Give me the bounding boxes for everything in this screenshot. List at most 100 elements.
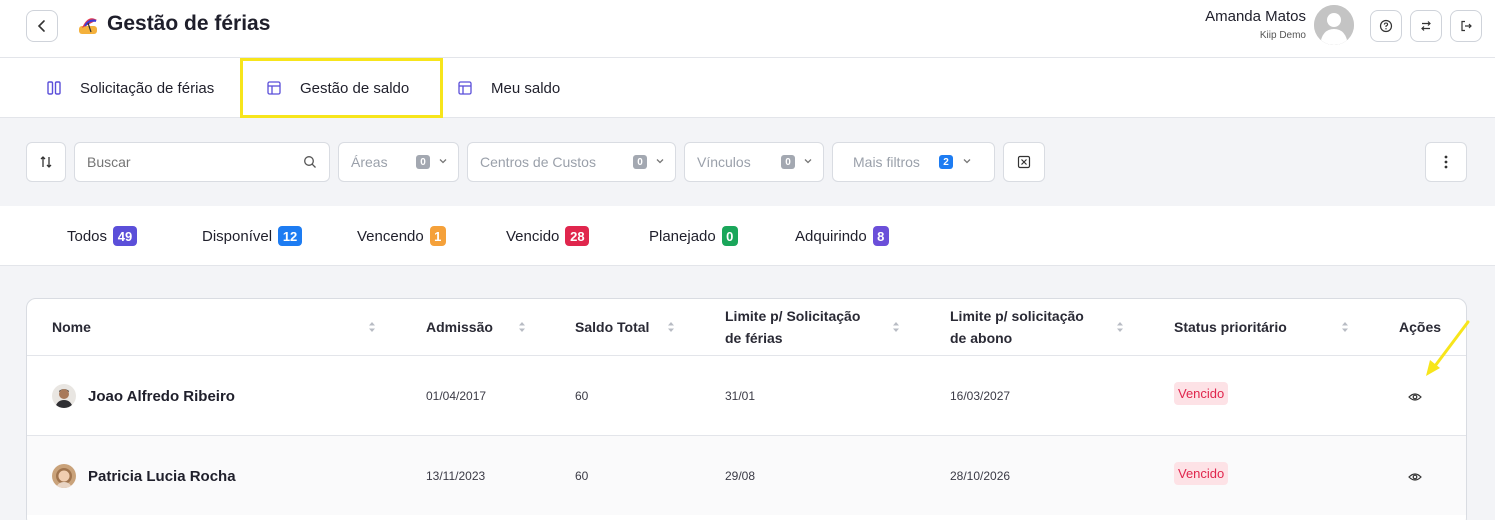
admissao-cell: 01/04/2017: [426, 389, 487, 403]
header-limite-ferias[interactable]: Limite p/ Solicitação de férias: [725, 299, 860, 355]
kebab-menu-icon: [1444, 155, 1448, 169]
header-saldo-total[interactable]: Saldo Total: [575, 299, 649, 355]
switch-icon: [1421, 21, 1431, 31]
status-cell: Vencido: [1174, 436, 1229, 516]
table-icon: [458, 81, 472, 95]
status-tab-planejado[interactable]: Planejado 0: [649, 226, 738, 246]
status-tab-vencido[interactable]: Vencido 28: [506, 226, 590, 246]
sort-icon: [40, 156, 52, 168]
status-count-badge: 8: [872, 226, 889, 246]
clear-filters-button[interactable]: [1003, 142, 1045, 182]
mais-filtros-button[interactable]: Mais filtros 2: [832, 142, 995, 182]
mais-filtros-label: Mais filtros: [853, 154, 920, 170]
status-tab-todos[interactable]: Todos 49: [67, 226, 138, 246]
vinculos-filter-label: Vínculos: [697, 154, 751, 170]
status-tab-vencendo[interactable]: Vencendo 1: [357, 226, 446, 246]
header-line: de férias: [725, 330, 783, 346]
tab-label: Solicitação de férias: [80, 79, 215, 97]
annotation-arrow-icon: [1426, 320, 1470, 376]
search-field[interactable]: [74, 142, 330, 182]
status-badge: Vencido: [1174, 462, 1229, 485]
status-count-badge: 12: [278, 226, 303, 246]
centros-count-badge: 0: [633, 155, 647, 169]
sort-button[interactable]: [26, 142, 66, 182]
limite-ferias-cell: 29/08: [725, 469, 756, 483]
limite-abono-cell: 28/10/2026: [950, 469, 1011, 483]
clear-box-icon: [1017, 155, 1031, 169]
admissao-cell: 13/11/2023: [426, 469, 486, 483]
header-line: Limite p/ Solicitação: [725, 308, 861, 324]
beach-umbrella-logo: [79, 18, 97, 34]
chevron-down-icon: [656, 159, 664, 164]
switch-button[interactable]: [1410, 10, 1442, 42]
tab-solicitacao-ferias[interactable]: Solicitação de férias: [46, 58, 214, 118]
logout-icon: [1461, 20, 1472, 32]
logout-button[interactable]: [1450, 10, 1482, 42]
saldo-cell: 60: [575, 469, 589, 483]
areas-count-badge: 0: [416, 155, 430, 169]
table-icon: [267, 81, 281, 95]
user-company: Kiip Demo: [1259, 30, 1306, 41]
chevron-down-icon: [439, 159, 447, 164]
eye-icon[interactable]: [1408, 472, 1422, 482]
sort-arrows-icon[interactable]: [891, 320, 901, 334]
table-row: Joao Alfredo Ribeiro 01/04/2017 60 31/01…: [27, 355, 1466, 436]
status-count-badge: 0: [721, 226, 738, 246]
employee-avatar: [52, 384, 76, 408]
page-title: Gestão de férias: [107, 12, 271, 35]
sort-arrows-icon[interactable]: [1340, 320, 1350, 334]
header-line: Limite p/ solicitação: [950, 308, 1084, 324]
header-limite-abono[interactable]: Limite p/ solicitação de abono: [950, 299, 1084, 355]
name-cell: Patricia Lucia Rocha: [52, 436, 236, 516]
areas-filter-label: Áreas: [351, 154, 388, 170]
tab-gestao-saldo[interactable]: Gestão de saldo: [266, 58, 409, 118]
mais-filtros-count-badge: 2: [939, 155, 953, 169]
status-tab-adquirindo[interactable]: Adquirindo 8: [795, 226, 889, 246]
status-count-badge: 1: [429, 226, 446, 246]
centros-filter-label: Centros de Custos: [480, 154, 596, 170]
sort-arrows-icon[interactable]: [1115, 320, 1125, 334]
name-cell: Joao Alfredo Ribeiro: [52, 356, 235, 436]
eye-icon[interactable]: [1408, 392, 1422, 402]
sort-arrows-icon[interactable]: [517, 320, 527, 334]
sort-arrows-icon[interactable]: [367, 320, 377, 334]
limite-ferias-cell: 31/01: [725, 389, 756, 403]
status-badge: Vencido: [1174, 382, 1229, 405]
tab-meu-saldo[interactable]: Meu saldo: [457, 58, 560, 118]
help-icon: [1379, 19, 1393, 33]
app-header: Gestão de férias Amanda Matos Kiip Demo: [0, 0, 1495, 58]
help-button[interactable]: [1370, 10, 1402, 42]
saldo-table: Nome Admissão Saldo Total Limite p/ Soli…: [26, 298, 1467, 520]
search-input[interactable]: [87, 154, 287, 170]
sort-arrows-icon[interactable]: [666, 320, 676, 334]
status-cell: Vencido: [1174, 356, 1229, 436]
vinculos-count-badge: 0: [781, 155, 795, 169]
status-tab-label: Todos: [67, 227, 108, 245]
status-tab-label: Adquirindo: [795, 227, 867, 245]
tab-label: Meu saldo: [491, 79, 561, 97]
employee-name[interactable]: Patricia Lucia Rocha: [88, 468, 236, 485]
chevron-left-icon: [37, 20, 45, 32]
status-tab-label: Vencido: [506, 227, 560, 245]
user-silhouette-icon: [1314, 5, 1354, 45]
status-tab-disponivel[interactable]: Disponível 12: [202, 226, 303, 246]
main-tabs: Solicitação de férias Gestão de saldo Me…: [0, 58, 1495, 118]
header-admissao[interactable]: Admissão: [426, 299, 493, 355]
header-nome[interactable]: Nome: [52, 299, 91, 355]
status-count-badge: 49: [113, 226, 138, 246]
header-status[interactable]: Status prioritário: [1174, 299, 1287, 355]
back-button[interactable]: [26, 10, 58, 42]
user-avatar[interactable]: [1314, 5, 1354, 45]
search-icon: [304, 156, 316, 168]
more-options-button[interactable]: [1425, 142, 1467, 182]
employee-avatar: [52, 464, 76, 488]
header-line: de abono: [950, 330, 1013, 346]
status-count-badge: 28: [565, 226, 590, 246]
chevron-down-icon: [804, 159, 812, 164]
status-tab-label: Planejado: [649, 227, 716, 245]
vinculos-filter[interactable]: Vínculos 0: [684, 142, 824, 182]
areas-filter[interactable]: Áreas 0: [338, 142, 459, 182]
centros-custos-filter[interactable]: Centros de Custos 0: [467, 142, 676, 182]
employee-name[interactable]: Joao Alfredo Ribeiro: [88, 388, 235, 405]
limite-abono-cell: 16/03/2027: [950, 389, 1011, 403]
